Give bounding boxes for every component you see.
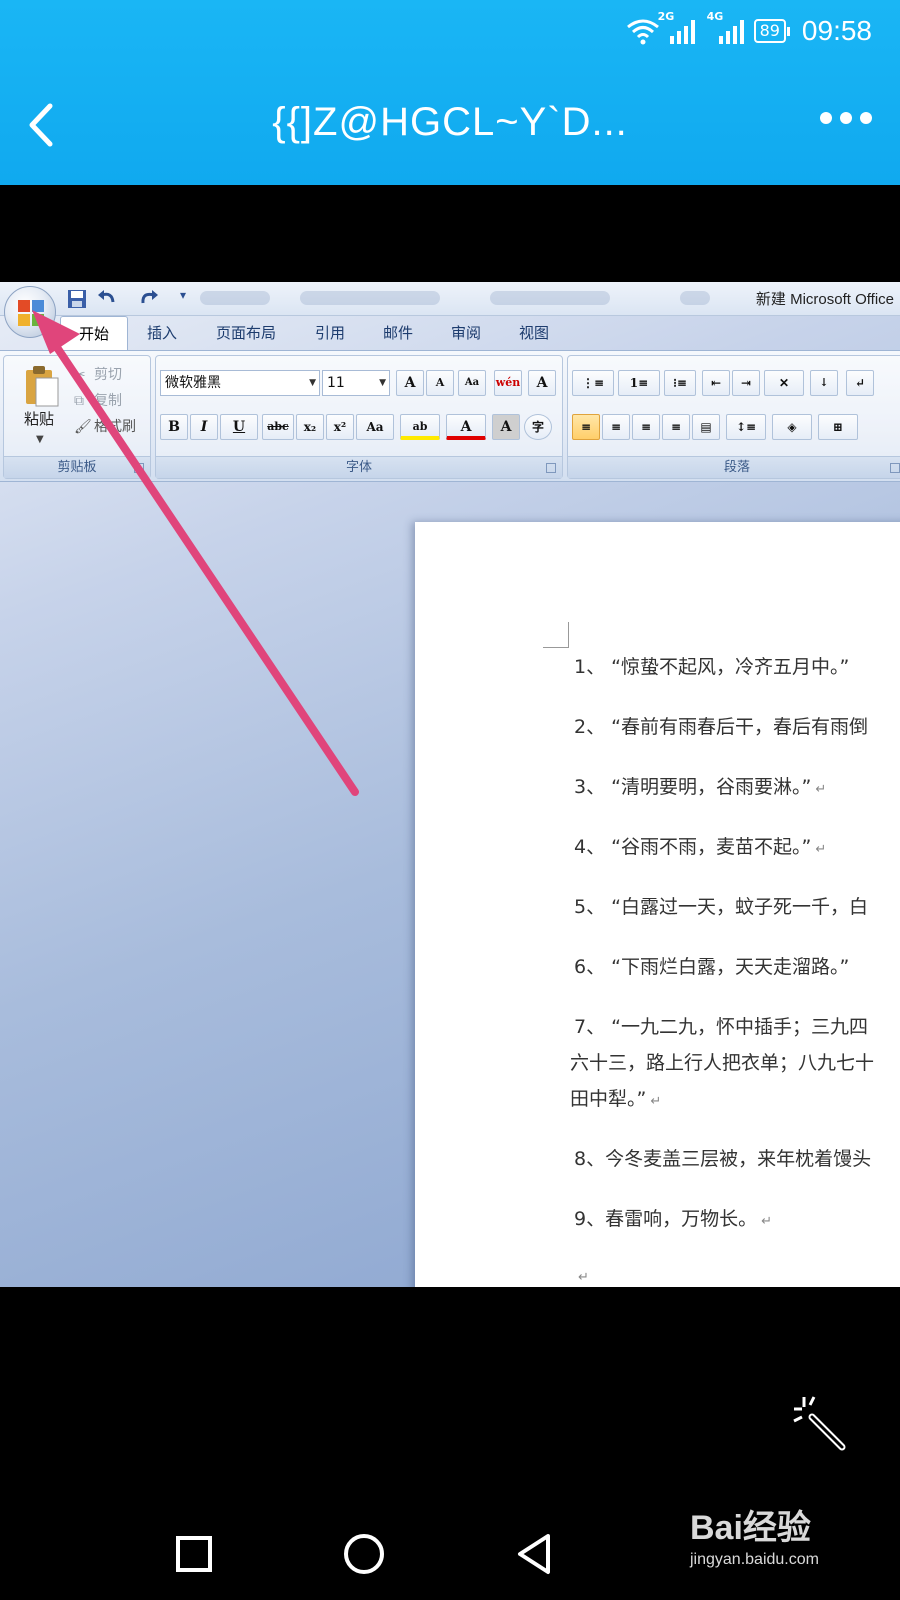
blurred-tab: [490, 291, 610, 305]
align-center-icon[interactable]: ≡: [602, 414, 630, 440]
clear-format-icon[interactable]: Aa: [458, 370, 486, 396]
back-triangle-icon[interactable]: [510, 1530, 558, 1578]
app-header: 2G 4G 89 09:58 {{]Z@HGCL~Y`D...: [0, 0, 900, 185]
network-2g-label: 2G: [657, 10, 675, 23]
paragraph-group: ⋮≡ 1≡ ⁝≡ ⇤ ⇥ ✕ ↓ ↵ ≡ ≡ ≡ ≡ ▤ ↕≡ ◈ ⊞ 段落: [567, 355, 900, 479]
tab-view[interactable]: 视图: [500, 316, 568, 350]
document-line: 1、 “惊蛰不起风，冷齐五月中。”: [574, 656, 850, 678]
dialog-launcher-icon[interactable]: [546, 463, 556, 473]
borders-icon[interactable]: ⊞: [818, 414, 858, 440]
document-line: 8、今冬麦盖三层被，来年枕着馒头: [574, 1148, 872, 1170]
recent-apps-icon[interactable]: [170, 1530, 218, 1578]
watermark-url: jingyan.baidu.com: [690, 1551, 819, 1568]
document-line: 六十三，路上行人把衣单；八九七十: [570, 1052, 875, 1074]
wifi-icon: [626, 19, 659, 45]
show-marks-icon[interactable]: ↵: [846, 370, 874, 396]
signal-2g-icon: 2G: [658, 10, 695, 44]
numbering-icon[interactable]: 1≡: [618, 370, 660, 396]
enclose-characters-icon[interactable]: 字: [524, 414, 552, 440]
battery-indicator: 89: [753, 19, 791, 43]
page-title: {{]Z@HGCL~Y`D...: [272, 100, 628, 144]
tab-review[interactable]: 审阅: [432, 316, 500, 350]
document-line: 7、 “一九二九，怀中插手；三九四: [574, 1016, 868, 1038]
document-line: ↵: [574, 1264, 589, 1286]
screenshot-photo: ▾ 新建 Microsoft Office 开始 插入 页面布局 引用 邮件 审…: [0, 282, 900, 1287]
line-spacing-icon[interactable]: ↕≡: [726, 414, 766, 440]
watermark-brand: Bai经验: [690, 1509, 811, 1547]
margin-corner-mark: [543, 622, 569, 648]
align-left-icon[interactable]: ≡: [572, 414, 600, 440]
paragraph-mark-icon: ↵: [815, 782, 827, 797]
paragraph-mark-icon: ↵: [650, 1094, 662, 1109]
sort-icon[interactable]: ↓: [810, 370, 838, 396]
network-4g-label: 4G: [706, 10, 724, 23]
document-page[interactable]: 1、 “惊蛰不起风，冷齐五月中。” 2、 “春前有雨春后干，春后有雨倒 3、 “…: [415, 522, 900, 1287]
document-line: 6、 “下雨烂白露，天天走溜路。”: [574, 956, 850, 978]
chinese-layout-icon[interactable]: ✕: [764, 370, 804, 396]
phonetic-guide-button[interactable]: wén: [494, 370, 522, 396]
bullets-icon[interactable]: ⋮≡: [572, 370, 614, 396]
shading-icon[interactable]: ◈: [772, 414, 812, 440]
align-right-icon[interactable]: ≡: [632, 414, 660, 440]
font-color-button[interactable]: A: [446, 414, 486, 440]
decrease-indent-icon[interactable]: ⇤: [702, 370, 730, 396]
document-line: 3、 “清明要明，谷雨要淋。” ↵: [574, 776, 827, 798]
paragraph-mark-icon: ↵: [578, 1270, 589, 1285]
shrink-font-button[interactable]: A: [426, 370, 454, 396]
blurred-tab: [680, 291, 710, 305]
paragraph-group-label: 段落: [568, 456, 900, 478]
home-icon[interactable]: [340, 1530, 388, 1578]
highlight-icon[interactable]: ab: [400, 414, 440, 440]
status-bar: 2G 4G 89 09:58: [626, 10, 872, 48]
document-line: 2、 “春前有雨春后干，春后有雨倒: [574, 716, 868, 738]
window-title: 新建 Microsoft Office: [755, 291, 894, 308]
clock: 09:58: [801, 15, 872, 46]
signal-4g-icon: 4G: [707, 10, 744, 44]
annotation-arrow-icon: [32, 310, 359, 796]
screen: 2G 4G 89 09:58 {{]Z@HGCL~Y`D... ▾ 新建 Mic…: [0, 0, 900, 1600]
document-line: 田中犁。” ↵: [570, 1088, 662, 1110]
baidu-watermark: Bai经验 jingyan.baidu.com: [690, 1500, 890, 1590]
distributed-icon[interactable]: ▤: [692, 414, 720, 440]
magic-wand-icon[interactable]: [790, 1393, 850, 1453]
document-line: 9、春雷响，万物长。 ↵: [574, 1208, 772, 1230]
document-line: 5、 “白露过一天，蚊子死一千，白: [574, 896, 868, 918]
multilevel-list-icon[interactable]: ⁝≡: [664, 370, 696, 396]
grow-font-button[interactable]: A: [396, 370, 424, 396]
document-line: 4、 “谷雨不雨，麦苗不起。” ↵: [574, 836, 827, 858]
more-options-icon[interactable]: [820, 112, 872, 124]
paragraph-mark-icon: ↵: [815, 842, 827, 857]
character-border-icon[interactable]: A: [528, 370, 556, 396]
dialog-launcher-icon[interactable]: [890, 463, 900, 473]
justify-icon[interactable]: ≡: [662, 414, 690, 440]
character-shading-icon[interactable]: A: [492, 414, 520, 440]
back-arrow-icon[interactable]: [22, 100, 62, 150]
increase-indent-icon[interactable]: ⇥: [732, 370, 760, 396]
paragraph-mark-icon: ↵: [761, 1214, 772, 1229]
